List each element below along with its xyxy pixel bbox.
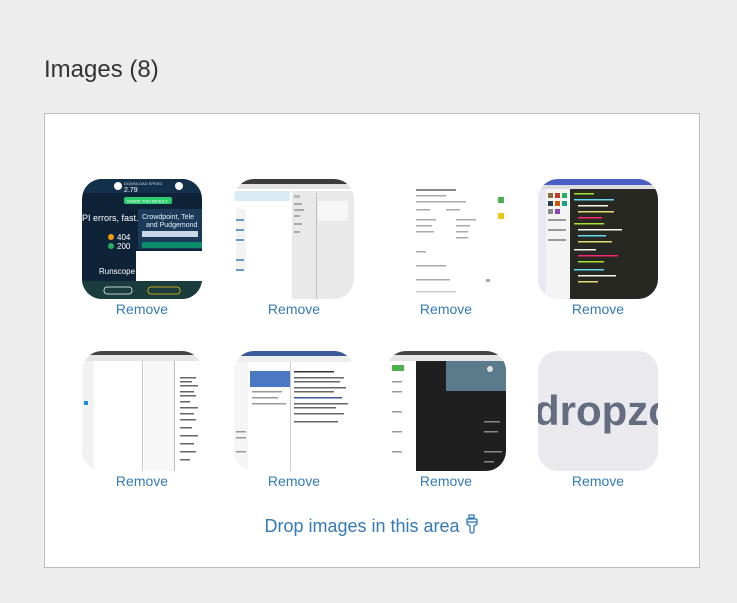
image-dropzone[interactable]: DOWNLOAD SPEED 2.79 SHARE THIS RESULT PI… (44, 113, 700, 568)
remove-button[interactable]: Remove (234, 301, 354, 317)
svg-text:200: 200 (117, 242, 131, 251)
svg-text:2.79: 2.79 (124, 187, 138, 194)
svg-text:and Pudgemond: and Pudgemond (146, 222, 197, 229)
remove-button[interactable]: Remove (538, 301, 658, 317)
remove-button[interactable]: Remove (82, 473, 202, 489)
dropzone-message[interactable]: Drop images in this area (45, 514, 699, 537)
thumbnail-image (386, 351, 506, 471)
hand-pointer-icon (465, 514, 478, 534)
image-preview: Remove (82, 351, 202, 489)
image-preview: Remove (386, 179, 506, 317)
svg-text:Runscope: Runscope (99, 267, 136, 276)
remove-button[interactable]: Remove (386, 301, 506, 317)
thumbnail-image (386, 179, 506, 299)
thumbnail-image (82, 351, 202, 471)
remove-button[interactable]: Remove (234, 473, 354, 489)
image-preview: Remove (386, 351, 506, 489)
image-preview: Remove (234, 179, 354, 317)
image-preview: Remove (234, 351, 354, 489)
svg-text:dropzone: dropzone (538, 387, 658, 434)
svg-text:Crowdpoint, Tele: Crowdpoint, Tele (142, 214, 194, 221)
thumbnail-image (234, 351, 354, 471)
image-preview: Remove (538, 179, 658, 317)
thumbnail-image (234, 179, 354, 299)
svg-text:DOWNLOAD SPEED: DOWNLOAD SPEED (124, 181, 162, 186)
svg-text:PI errors, fast.: PI errors, fast. (82, 213, 139, 223)
thumbnail-image (538, 179, 658, 299)
image-preview: DOWNLOAD SPEED 2.79 SHARE THIS RESULT PI… (82, 179, 202, 317)
svg-text:404: 404 (117, 233, 131, 242)
remove-button[interactable]: Remove (538, 473, 658, 489)
page-title: Images (8) (44, 56, 159, 83)
thumbnail-image: dropzone (538, 351, 658, 471)
dropzone-message-text: Drop images in this area (264, 516, 460, 536)
image-preview: dropzone Remove (538, 351, 658, 489)
remove-button[interactable]: Remove (386, 473, 506, 489)
thumbnail-image: DOWNLOAD SPEED 2.79 SHARE THIS RESULT PI… (82, 179, 202, 299)
svg-text:SHARE THIS RESULT: SHARE THIS RESULT (127, 199, 168, 204)
remove-button[interactable]: Remove (82, 301, 202, 317)
